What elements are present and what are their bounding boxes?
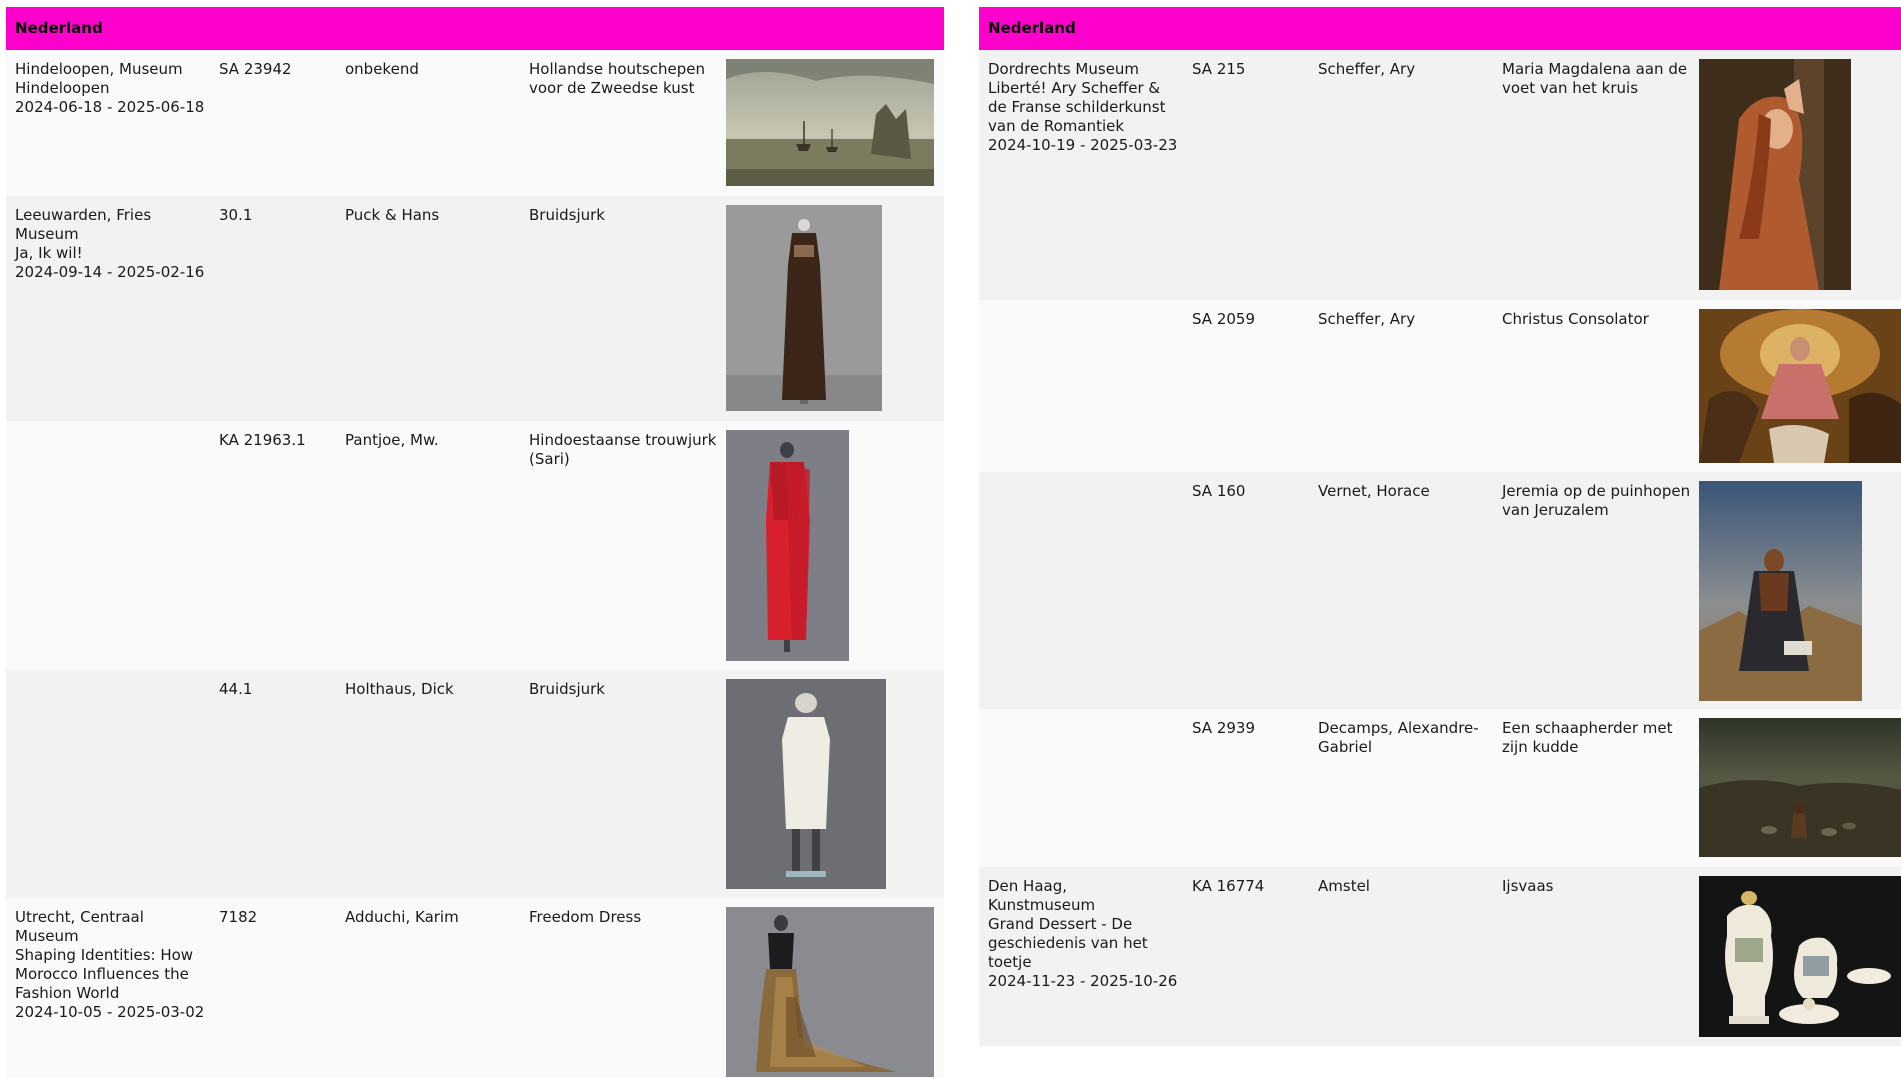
- object-thumbnail[interactable]: [726, 205, 882, 411]
- table-row: Hindeloopen, Museum Hindeloopen 2024-06-…: [6, 50, 944, 196]
- maker-cell: Vernet, Horace: [1318, 482, 1430, 500]
- object-thumbnail[interactable]: [1699, 481, 1862, 701]
- object-number-cell: SA 215: [1192, 60, 1246, 78]
- object-number-cell: 7182: [219, 908, 258, 926]
- object-thumbnail[interactable]: [1699, 718, 1901, 857]
- country-header: Nederland: [6, 7, 944, 50]
- maker-cell: Holthaus, Dick: [345, 680, 454, 698]
- exhibition-loans-table-right: Nederland Dordrechts Museum Liberté! Ary…: [979, 7, 1901, 1078]
- object-title-cell: Freedom Dress: [529, 908, 642, 926]
- object-thumbnail[interactable]: [726, 907, 934, 1077]
- object-number-cell: SA 2939: [1192, 719, 1256, 737]
- location-exhibition-cell: Dordrechts Museum Liberté! Ary Scheffer …: [988, 60, 1178, 154]
- maker-cell: Pantjoe, Mw.: [345, 431, 439, 449]
- table-row: SA 2059 Scheffer, Ary Christus Consolato…: [979, 300, 1901, 472]
- object-title-cell: Maria Magdalena aan de voet van het krui…: [1502, 60, 1688, 97]
- object-number-cell: KA 21963.1: [219, 431, 306, 449]
- maker-cell: Amstel: [1318, 877, 1370, 895]
- table-row: 44.1 Holthaus, Dick Bruidsjurk: [6, 670, 944, 898]
- location-exhibition-cell: Leeuwarden, Fries Museum Ja, Ik wil! 202…: [15, 206, 205, 281]
- table-row: Leeuwarden, Fries Museum Ja, Ik wil! 202…: [6, 196, 944, 421]
- maker-cell: Puck & Hans: [345, 206, 440, 224]
- table-row: KA 21963.1 Pantjoe, Mw. Hindoestaanse tr…: [6, 421, 944, 670]
- object-thumbnail[interactable]: [1699, 876, 1901, 1037]
- object-number-cell: 44.1: [219, 680, 253, 698]
- location-exhibition-cell: Hindeloopen, Museum Hindeloopen 2024-06-…: [15, 60, 205, 116]
- object-number-cell: SA 2059: [1192, 310, 1256, 328]
- table-row: SA 2939 Decamps, Alexandre-Gabriel Een s…: [979, 709, 1901, 867]
- object-title-cell: Jeremia op de puinhopen van Jeruzalem: [1502, 482, 1691, 519]
- object-number-cell: SA 23942: [219, 60, 292, 78]
- object-title-cell: Hollandse houtschepen voor de Zweedse ku…: [529, 60, 705, 97]
- object-title-cell: Bruidsjurk: [529, 680, 605, 698]
- object-title-cell: Hindoestaanse trouwjurk (Sari): [529, 431, 717, 468]
- object-title-cell: Bruidsjurk: [529, 206, 605, 224]
- object-title-cell: Een schaapherder met zijn kudde: [1502, 719, 1673, 756]
- object-thumbnail[interactable]: [1699, 59, 1851, 290]
- country-header: Nederland: [979, 7, 1901, 50]
- table-row: Dordrechts Museum Liberté! Ary Scheffer …: [979, 50, 1901, 300]
- object-title-cell: Ijsvaas: [1502, 877, 1554, 895]
- object-number-cell: 30.1: [219, 206, 253, 224]
- object-thumbnail[interactable]: [726, 59, 934, 186]
- exhibition-loans-table-left: Nederland Hindeloopen, Museum Hindeloope…: [6, 7, 944, 1078]
- location-exhibition-cell: Utrecht, Centraal Museum Shaping Identit…: [15, 908, 205, 1021]
- table-row: Utrecht, Centraal Museum Shaping Identit…: [6, 898, 944, 1078]
- maker-cell: Adduchi, Karim: [345, 908, 459, 926]
- object-thumbnail[interactable]: [726, 430, 849, 661]
- maker-cell: Decamps, Alexandre-Gabriel: [1318, 719, 1479, 756]
- table-row: Den Haag, Kunstmuseum Grand Dessert - De…: [979, 867, 1901, 1046]
- object-title-cell: Christus Consolator: [1502, 310, 1649, 328]
- object-thumbnail[interactable]: [726, 679, 886, 889]
- maker-cell: Scheffer, Ary: [1318, 60, 1416, 78]
- object-number-cell: SA 160: [1192, 482, 1246, 500]
- table-row: SA 160 Vernet, Horace Jeremia op de puin…: [979, 472, 1901, 709]
- maker-cell: Scheffer, Ary: [1318, 310, 1416, 328]
- object-number-cell: KA 16774: [1192, 877, 1265, 895]
- location-exhibition-cell: Den Haag, Kunstmuseum Grand Dessert - De…: [988, 877, 1178, 990]
- object-thumbnail[interactable]: [1699, 309, 1901, 463]
- maker-cell: onbekend: [345, 60, 419, 78]
